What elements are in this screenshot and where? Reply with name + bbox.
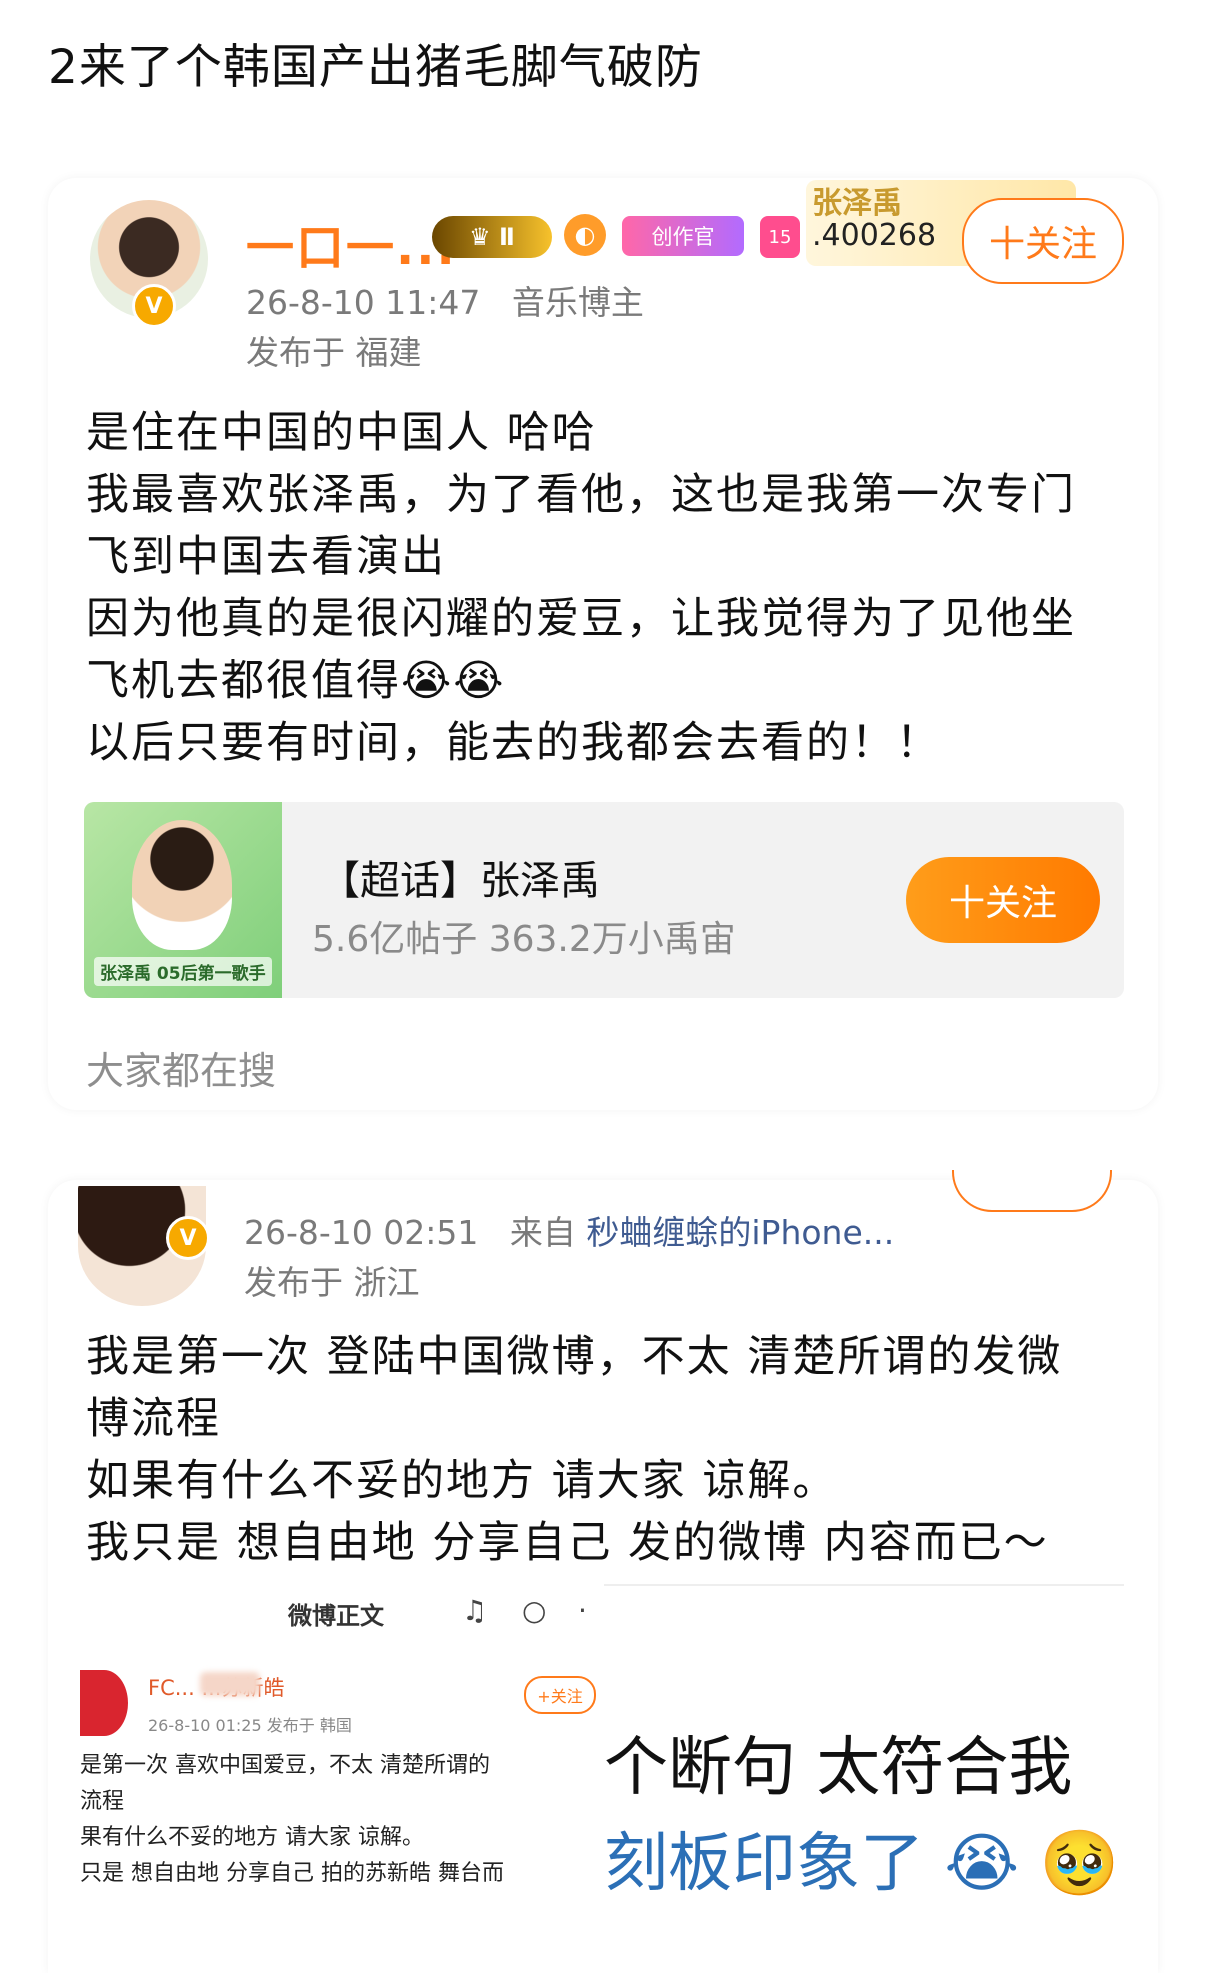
post-location: 发布于 福建 [246, 333, 422, 372]
listen-icon: ♫ [462, 1594, 488, 1627]
post-meta: 26-8-10 02:51 来自 秒蛐缠蜍的iPhone... [244, 1206, 894, 1254]
post-line: 因为他真的是很闪耀的爱豆，让我觉得为了见他坐 [86, 594, 1076, 644]
page-title: 2来了个韩国产出猪毛脚气破防 [48, 40, 703, 95]
search-hint[interactable]: 大家都在搜 [86, 1040, 276, 1095]
post-line: 飞到中国去看演出 [86, 532, 446, 582]
crown-badge-icon: ♛ Ⅱ [432, 216, 552, 258]
search-icon: ○ [522, 1594, 547, 1627]
post-line: 我只是 想自由地 分享自己 发的微博 内容而已～ [86, 1518, 1049, 1568]
more-icon: · [578, 1594, 587, 1627]
post-line: 我最喜欢张泽禹，为了看他，这也是我第一次专门 [86, 470, 1076, 520]
post-meta: 26-8-10 11:47 音乐博主 [246, 276, 644, 324]
username[interactable]: 一口一... [246, 208, 457, 278]
embedded-line: 只是 想自由地 分享自己 拍的苏新皓 舞台而 [80, 1861, 504, 1886]
fan-badge-number: .400268 [812, 218, 937, 253]
verified-icon: V [132, 284, 176, 328]
device-link[interactable]: 秒蛐缠蜍的iPhone... [586, 1213, 894, 1252]
post-line: 如果有什么不妥的地方 请大家 谅解。 [86, 1456, 838, 1506]
embedded-line: 是第一次 喜欢中国爱豆，不太 清楚所谓的 [80, 1753, 490, 1778]
embedded-avatar [80, 1670, 128, 1736]
follow-button-partial[interactable] [952, 1170, 1112, 1212]
embedded-body: 是第一次 喜欢中国爱豆，不太 清楚所谓的 流程 果有什么不妥的地方 请大家 谅解… [80, 1748, 600, 1892]
creator-badge: 创作官 [622, 216, 744, 256]
follow-button[interactable]: 十关注 [962, 198, 1124, 284]
post-line: 博流程 [86, 1394, 221, 1444]
post-line: 以后只要有时间，能去的我都会去看的！！ [86, 718, 941, 768]
embedded-header: 微博正文 [288, 1602, 384, 1630]
topic-image[interactable]: 张泽禹 05后第一歌手 [84, 802, 282, 998]
topic-follow-button[interactable]: 十关注 [906, 857, 1100, 943]
gem-badge-icon: 15 [760, 216, 800, 258]
post-body: 是住在中国的中国人 哈哈 我最喜欢张泽禹，为了看他，这也是我第一次专门 飞到中国… [86, 402, 1136, 774]
crown-level: Ⅱ [499, 223, 515, 251]
caption-image[interactable]: 个断句 太符合我 刻板印象了 😭 🥹 [604, 1720, 1124, 1912]
topic-image-name: 张泽禹 [100, 964, 151, 984]
post-line: 是住在中国的中国人 哈哈 [86, 408, 597, 458]
post-body: 我是第一次 登陆中国微博，不太 清楚所谓的发微 博流程 如果有什么不妥的地方 请… [86, 1326, 1146, 1574]
caption-line: 个断句 太符合我 [604, 1731, 1073, 1805]
post-line: 我是第一次 登陆中国微博，不太 清楚所谓的发微 [86, 1332, 1063, 1382]
post-time: 26-8-10 02:51 [244, 1213, 479, 1252]
embedded-follow-button: +关注 [524, 1676, 596, 1714]
post-location: 发布于 浙江 [244, 1263, 420, 1302]
topic-title[interactable]: 【超话】张泽禹 [320, 848, 600, 906]
post-line: 飞机去都很值得😭😭 [86, 656, 506, 706]
divider [604, 1584, 1124, 1586]
embedded-meta: 26-8-10 01:25 发布于 韩国 [148, 1716, 352, 1735]
fish-badge-icon: ◐ [564, 214, 606, 256]
caption-line: 刻板印象了 😭 🥹 [604, 1827, 1120, 1901]
embedded-line: 流程 [80, 1789, 125, 1814]
post-time: 26-8-10 11:47 [246, 283, 481, 322]
topic-stats: 5.6亿帖子 363.2万小禹宙 [312, 919, 736, 960]
fan-badge-name: 张泽禹 [812, 186, 902, 221]
embedded-line: 果有什么不妥的地方 请大家 谅解。 [80, 1825, 424, 1850]
source-prefix: 来自 [509, 1213, 576, 1252]
blur-mask [200, 1672, 260, 1696]
topic-image-tag: 05后第一歌手 [156, 964, 266, 984]
verified-icon: V [166, 1216, 210, 1260]
user-role: 音乐博主 [511, 283, 644, 322]
